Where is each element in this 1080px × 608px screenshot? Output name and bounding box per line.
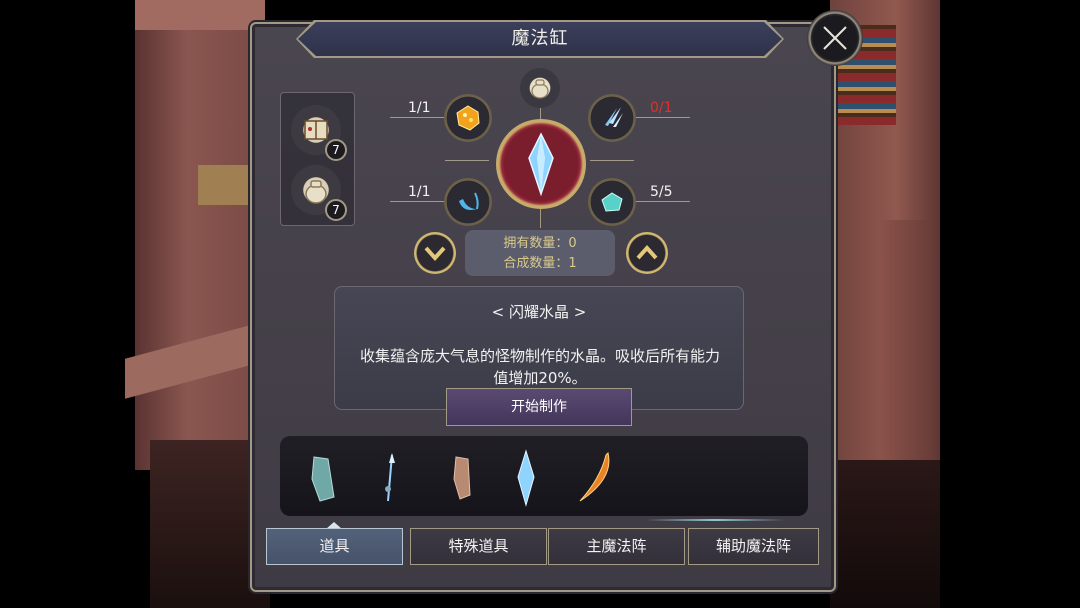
scroll-indicator [645, 519, 785, 521]
chevron-down-icon [424, 246, 446, 261]
desk [198, 165, 253, 205]
material-item[interactable] [566, 448, 622, 508]
owned-quantity: 拥有数量：0 [503, 236, 577, 251]
recipe-item-pouch[interactable]: 7 [291, 165, 347, 221]
increase-quantity-button[interactable] [626, 232, 668, 274]
tab-main-magic-circle[interactable]: 主魔法阵 [548, 528, 685, 565]
amber-ore-icon [456, 105, 480, 131]
teal-gem-icon [601, 192, 623, 212]
right-wall-far [880, 220, 930, 470]
close-button[interactable] [807, 10, 863, 66]
item-name: < 闪耀水晶 > [491, 303, 587, 321]
tab-support-magic-circle[interactable]: 辅助魔法阵 [688, 528, 819, 565]
clay-shard-icon [453, 456, 471, 500]
connector-line [390, 201, 446, 202]
recipe-list: 7 7 [280, 92, 355, 226]
ice-shard-icon [605, 107, 623, 127]
tab-items[interactable]: 道具 [266, 528, 403, 565]
decrease-quantity-button[interactable] [414, 232, 456, 274]
connector-line [540, 208, 541, 228]
item-description: 收集蕴含庞大气息的怪物制作的水晶。吸收后所有能力值增加20%。 [359, 347, 720, 387]
material-item[interactable] [432, 448, 488, 508]
chevron-up-icon [636, 245, 658, 260]
pouch-icon [531, 79, 549, 99]
quantity-info-box: 拥有数量：0 合成数量：1 [465, 230, 615, 276]
ice-wand-icon [385, 453, 395, 502]
craft-quantity: 合成数量：1 [503, 256, 577, 271]
target-item-slot [496, 119, 586, 209]
ingredient-qty-top-right: 0/1 [650, 100, 673, 116]
ingredient-qty-bottom-right: 5/5 [650, 184, 673, 200]
recipe-item-spellbook[interactable]: 7 [291, 105, 347, 161]
material-item[interactable] [362, 448, 418, 508]
crystal-icon [528, 132, 554, 196]
recipe-count-badge: 7 [325, 199, 347, 221]
ingredient-slot-top-right[interactable] [590, 96, 634, 140]
connector-line [590, 160, 634, 161]
ingredient-qty-bottom-left: 1/1 [408, 184, 431, 200]
ingredient-slot-top-left[interactable] [446, 96, 490, 140]
connector-line [636, 117, 690, 118]
connector-line [636, 201, 690, 202]
material-item[interactable] [498, 448, 554, 508]
right-floor [830, 460, 940, 608]
stone-shard-icon [311, 456, 335, 502]
close-x-icon [823, 26, 847, 50]
start-crafting-button[interactable]: 开始制作 [446, 388, 632, 426]
ingredient-slot-bottom-right[interactable] [590, 180, 634, 224]
blue-claw-icon [459, 192, 479, 210]
left-wall [135, 0, 265, 470]
left-wall-top [135, 0, 265, 30]
connector-line [445, 160, 489, 161]
dialog-title: 魔法缸 [511, 28, 569, 49]
ingredient-qty-top-left: 1/1 [408, 100, 431, 116]
connector-line [390, 117, 446, 118]
blue-crystal-icon [517, 449, 535, 507]
ingredient-slot-bottom-left[interactable] [446, 180, 490, 224]
top-ingredient-slot[interactable] [520, 68, 560, 108]
fire-blade-icon [579, 452, 610, 502]
tab-special-items[interactable]: 特殊道具 [410, 528, 547, 565]
material-item[interactable] [294, 448, 350, 508]
recipe-count-badge: 7 [325, 139, 347, 161]
